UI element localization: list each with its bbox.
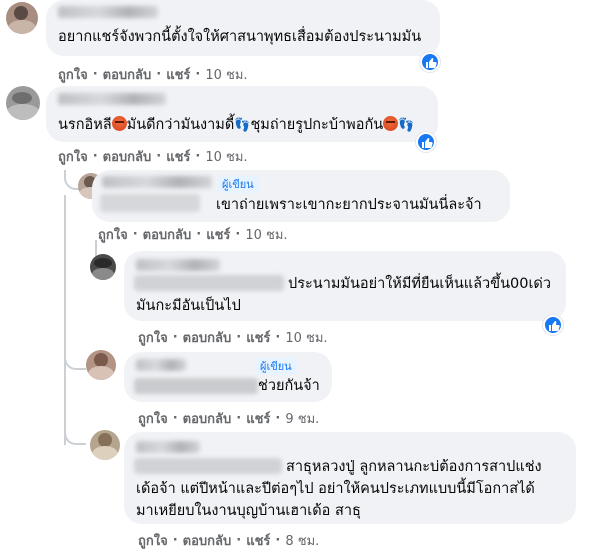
share-link[interactable]: แชร์ bbox=[206, 224, 230, 245]
like-link[interactable]: ถูกใจ bbox=[138, 530, 168, 551]
timestamp[interactable]: 8 ชม. bbox=[285, 530, 319, 551]
comment-text-part: มันดีกว่ามันงามดี้ bbox=[126, 117, 235, 133]
reply-link[interactable]: ตอบกลับ bbox=[183, 408, 232, 429]
share-link[interactable]: แชร์ bbox=[246, 408, 270, 429]
like-link[interactable]: ถูกใจ bbox=[98, 224, 128, 245]
comment-bubble: อยากแชร์จังพวกนี้ตั้งใจให้ศาสนาพุทธเสื่อ… bbox=[46, 0, 440, 56]
comment-text: มาเหยียบในงานบุญบ้านเฮาเด้อ สาธุ bbox=[136, 503, 361, 519]
avatar[interactable] bbox=[90, 254, 116, 280]
comment-actions: ถูกใจ · ตอบกลับ · แชร์ · 8 ชม. bbox=[138, 530, 319, 551]
thumbs-up-icon[interactable] bbox=[420, 52, 440, 72]
thumbs-up-icon[interactable] bbox=[416, 132, 436, 152]
comment-actions: ถูกใจ · ตอบกลับ · แชร์ · 9 ชม. bbox=[138, 408, 319, 429]
separator: · bbox=[156, 67, 162, 82]
comment-text: เขาถ่ายเพราะเขากะยากประจานมันนี่ละจ้า bbox=[216, 197, 482, 213]
separator: · bbox=[195, 149, 201, 164]
separator: · bbox=[275, 330, 281, 345]
timestamp[interactable]: 10 ชม. bbox=[205, 64, 247, 85]
blurred-region bbox=[100, 194, 200, 212]
blurred-region bbox=[134, 275, 284, 291]
angry-face-icon bbox=[383, 116, 399, 131]
reply-link[interactable]: ตอบกลับ bbox=[103, 146, 152, 167]
thread-connector bbox=[64, 425, 86, 445]
timestamp[interactable]: 10 ชม. bbox=[205, 146, 247, 167]
author-name-blurred[interactable] bbox=[102, 176, 212, 188]
timestamp[interactable]: 10 ชม. bbox=[285, 327, 327, 348]
author-name-blurred[interactable] bbox=[136, 359, 186, 371]
separator: · bbox=[92, 67, 98, 82]
comment-text: นรกอิหลี มันดีกว่ามันงามดี้👣ชุมถ่ายรูปกะบ… bbox=[58, 114, 414, 137]
blurred-region bbox=[134, 458, 282, 474]
comment-text-part: ชุมถ่ายรูปกะบ้าพอกัน bbox=[250, 117, 384, 133]
separator: · bbox=[275, 411, 281, 426]
share-link[interactable]: แชร์ bbox=[166, 146, 190, 167]
reply-link[interactable]: ตอบกลับ bbox=[103, 64, 152, 85]
comment-text-part: นรกอิหลี bbox=[58, 117, 112, 133]
author-badge: ผู้เขียน bbox=[255, 358, 297, 375]
author-name-blurred[interactable] bbox=[136, 441, 200, 453]
comment-text: อยากแชร์จังพวกนี้ตั้งใจให้ศาสนาพุทธเสื่อ… bbox=[58, 29, 422, 45]
avatar[interactable] bbox=[90, 430, 120, 460]
separator: · bbox=[236, 330, 242, 345]
avatar[interactable] bbox=[86, 350, 116, 380]
comment-actions: ถูกใจ · ตอบกลับ · แชร์ · 10 ชม. bbox=[58, 146, 248, 167]
author-badge: ผู้เขียน bbox=[217, 176, 259, 193]
separator: · bbox=[172, 533, 178, 548]
share-link[interactable]: แชร์ bbox=[246, 530, 270, 551]
avatar[interactable] bbox=[6, 2, 38, 34]
like-link[interactable]: ถูกใจ bbox=[138, 327, 168, 348]
comment-actions: ถูกใจ · ตอบกลับ · แชร์ · 10 ชม. bbox=[58, 64, 248, 85]
author-name-blurred[interactable] bbox=[136, 259, 220, 271]
separator: · bbox=[235, 227, 241, 242]
separator: · bbox=[172, 411, 178, 426]
separator: · bbox=[236, 411, 242, 426]
share-link[interactable]: แชร์ bbox=[246, 327, 270, 348]
separator: · bbox=[195, 67, 201, 82]
separator: · bbox=[132, 227, 138, 242]
thread-line bbox=[64, 195, 66, 445]
comment-bubble: ประนามมันอย่าให้มีที่ยืนเห็นแล้วขึ้น00เด… bbox=[124, 251, 566, 321]
separator: · bbox=[236, 533, 242, 548]
author-name-blurred[interactable] bbox=[58, 93, 166, 105]
comment-text: มันกะมีอันเป็นไป bbox=[136, 298, 241, 314]
timestamp[interactable]: 9 ชม. bbox=[285, 408, 319, 429]
comment-text: สาธุหลวงปู่ ลูกหลานกะบ่ต้องการสาปแช่ง bbox=[286, 459, 542, 475]
like-link[interactable]: ถูกใจ bbox=[138, 408, 168, 429]
reply-link[interactable]: ตอบกลับ bbox=[183, 530, 232, 551]
comment-bubble: ผู้เขียน เขาถ่ายเพราะเขากะยากประจานมันนี… bbox=[92, 170, 510, 222]
comment-text: ประนามมันอย่าให้มีที่ยืนเห็นแล้วขึ้น00เด… bbox=[288, 276, 551, 292]
comment-bubble: นรกอิหลี มันดีกว่ามันงามดี้👣ชุมถ่ายรูปกะบ… bbox=[46, 86, 438, 142]
comment-bubble: ผู้เขียน ช่วยกันจ้า bbox=[124, 352, 332, 402]
timestamp[interactable]: 10 ชม. bbox=[245, 224, 287, 245]
blurred-region bbox=[134, 378, 258, 394]
thread-connector bbox=[64, 350, 86, 370]
separator: · bbox=[156, 149, 162, 164]
share-link[interactable]: แชร์ bbox=[166, 64, 190, 85]
like-link[interactable]: ถูกใจ bbox=[58, 64, 88, 85]
footprints-icon: 👣 bbox=[234, 118, 251, 133]
comment-bubble: สาธุหลวงปู่ ลูกหลานกะบ่ต้องการสาปแช่ง เด… bbox=[124, 432, 576, 524]
footprints-icon: 👣 bbox=[398, 118, 415, 133]
author-name-blurred[interactable] bbox=[58, 6, 158, 18]
angry-face-icon bbox=[111, 116, 127, 131]
reply-link[interactable]: ตอบกลับ bbox=[183, 327, 232, 348]
comment-text: ช่วยกันจ้า bbox=[258, 378, 320, 394]
comment-actions: ถูกใจ · ตอบกลับ · แชร์ · 10 ชม. bbox=[98, 224, 288, 245]
comment-text: เด้อจ้า แต่ปีหน้าและปีต่อๆไป อย่าให้คนปร… bbox=[136, 481, 535, 497]
thumbs-up-icon[interactable] bbox=[543, 315, 563, 335]
comment-actions: ถูกใจ · ตอบกลับ · แชร์ · 10 ชม. bbox=[138, 327, 328, 348]
separator: · bbox=[172, 330, 178, 345]
separator: · bbox=[196, 227, 202, 242]
avatar[interactable] bbox=[6, 86, 40, 120]
reply-link[interactable]: ตอบกลับ bbox=[143, 224, 192, 245]
separator: · bbox=[275, 533, 281, 548]
like-link[interactable]: ถูกใจ bbox=[58, 146, 88, 167]
separator: · bbox=[92, 149, 98, 164]
